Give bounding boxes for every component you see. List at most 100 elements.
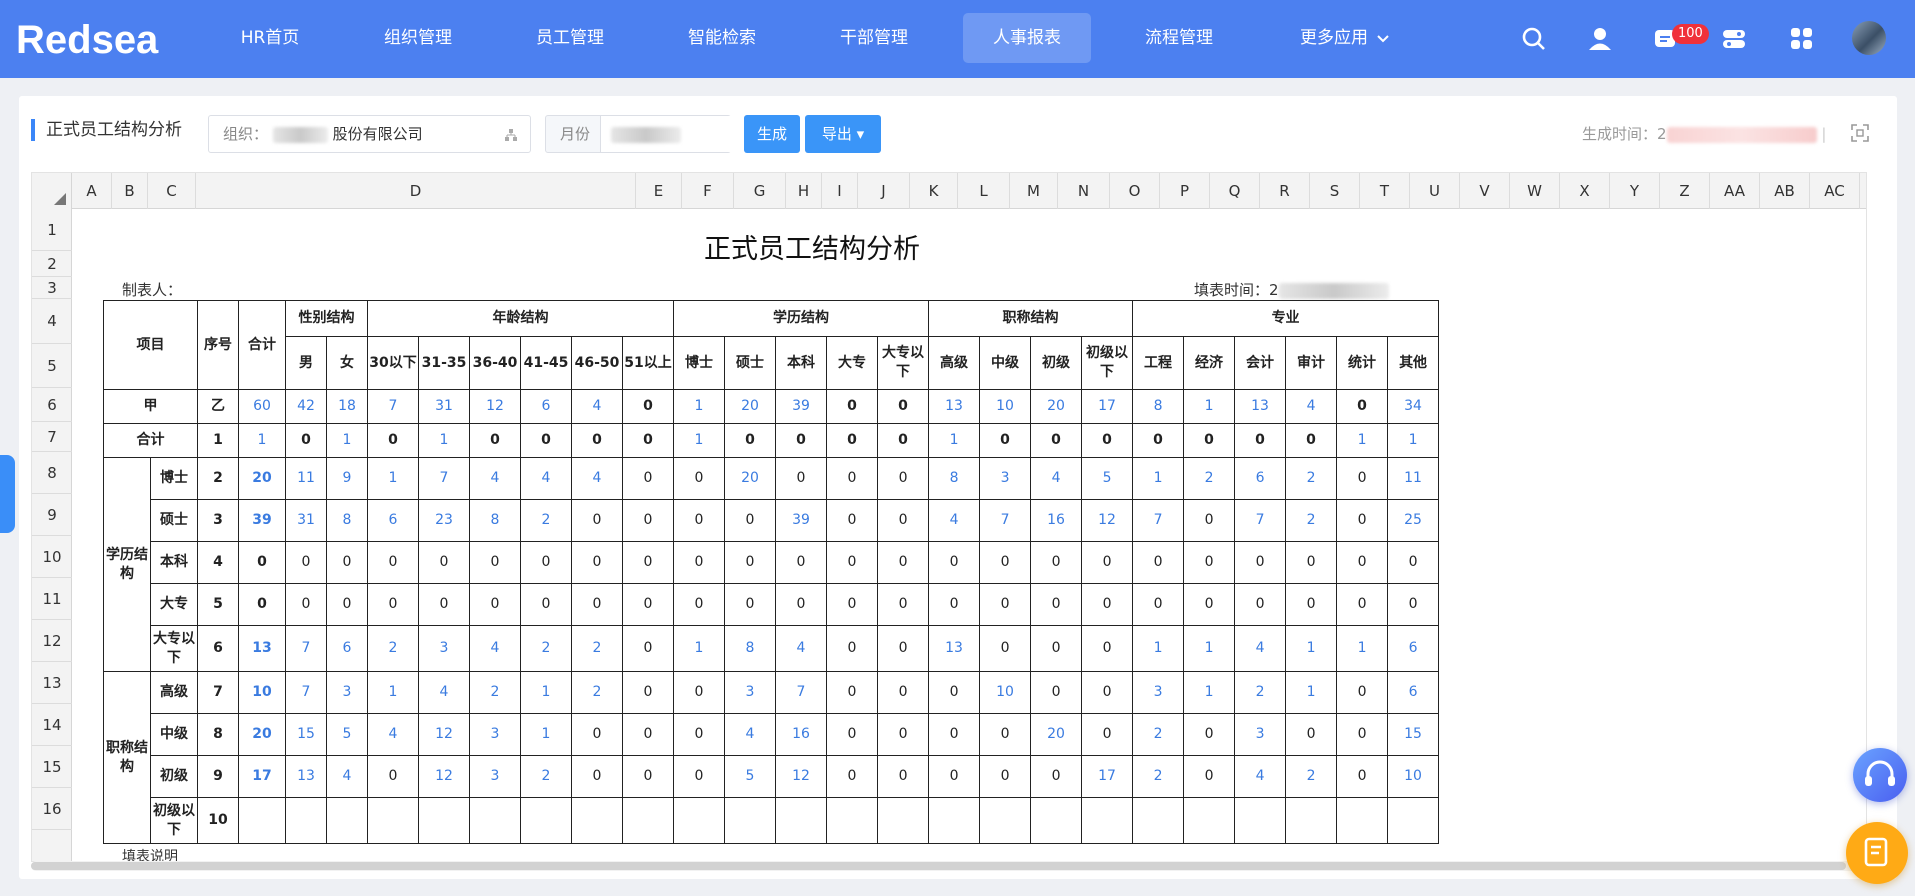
table-cell: 0 bbox=[775, 583, 827, 626]
table-cell: 0 bbox=[876, 713, 930, 756]
table-cell: 1 bbox=[520, 713, 572, 756]
document-icon bbox=[1864, 837, 1888, 867]
table-cell: 0 bbox=[775, 541, 827, 584]
header-age: 年龄结构 bbox=[367, 300, 674, 337]
apps-grid-icon[interactable] bbox=[1788, 25, 1816, 53]
month-picker[interactable]: 月份 bbox=[545, 115, 731, 153]
table-cell: 7 bbox=[1132, 499, 1185, 542]
row-header-5[interactable]: 5 bbox=[32, 344, 72, 388]
table-cell: 4 bbox=[1234, 625, 1287, 672]
top-nav-bar: Redsea HR首页 组织管理 员工管理 智能检索 干部管理 人事报表 流程管… bbox=[0, 0, 1915, 78]
nav-cadre-management[interactable]: 干部管理 bbox=[834, 13, 914, 63]
column-header-s[interactable]: S bbox=[1310, 173, 1360, 209]
nav-hr-home[interactable]: HR首页 bbox=[232, 13, 308, 63]
nav-more-apps[interactable]: 更多应用 bbox=[1294, 13, 1374, 63]
nav-process-management[interactable]: 流程管理 bbox=[1139, 13, 1219, 63]
side-panel-handle[interactable] bbox=[0, 455, 15, 533]
column-header-r[interactable]: R bbox=[1260, 173, 1310, 209]
month-value-box[interactable] bbox=[600, 116, 731, 152]
column-header-aa[interactable]: AA bbox=[1710, 173, 1760, 209]
org-selector[interactable]: 组织： 股份有限公司 bbox=[208, 115, 531, 153]
column-header-u[interactable]: U bbox=[1410, 173, 1460, 209]
table-cell: 1 bbox=[367, 671, 419, 714]
column-header-v[interactable]: V bbox=[1460, 173, 1510, 209]
column-header-c[interactable]: C bbox=[148, 173, 196, 209]
row-header-10[interactable]: 10 bbox=[32, 536, 72, 578]
header-sub: 46-50 bbox=[571, 336, 623, 390]
column-header-d[interactable]: D bbox=[196, 173, 636, 209]
table-cell: 0 bbox=[1081, 625, 1134, 672]
column-header-k[interactable]: K bbox=[910, 173, 958, 209]
column-header-m[interactable]: M bbox=[1010, 173, 1058, 209]
fullscreen-icon[interactable] bbox=[1851, 124, 1869, 142]
row-header-15[interactable]: 15 bbox=[32, 746, 72, 788]
row-header-12[interactable]: 12 bbox=[32, 620, 72, 662]
column-header-f[interactable]: F bbox=[682, 173, 734, 209]
column-header-t[interactable]: T bbox=[1360, 173, 1410, 209]
nav-org-management[interactable]: 组织管理 bbox=[378, 13, 458, 63]
toggle-switch-icon[interactable] bbox=[1720, 25, 1748, 53]
table-cell: 2 bbox=[1285, 499, 1338, 542]
row-header-16[interactable]: 16 bbox=[32, 788, 72, 830]
header-major: 专业 bbox=[1132, 300, 1440, 337]
search-icon[interactable] bbox=[1520, 25, 1548, 53]
column-header-g[interactable]: G bbox=[734, 173, 786, 209]
fill-note: 填表说明 bbox=[122, 849, 178, 862]
org-tree-icon[interactable] bbox=[504, 128, 518, 142]
table-cell: 0 bbox=[1285, 423, 1338, 458]
user-icon[interactable] bbox=[1586, 25, 1614, 53]
column-header-p[interactable]: P bbox=[1160, 173, 1210, 209]
table-cell: 0 bbox=[1183, 713, 1236, 756]
row-header-11[interactable]: 11 bbox=[32, 578, 72, 620]
table-cell: 1 bbox=[1336, 625, 1389, 672]
column-header-x[interactable]: X bbox=[1560, 173, 1610, 209]
nav-employee-management[interactable]: 员工管理 bbox=[530, 13, 610, 63]
month-value-redacted bbox=[611, 126, 681, 143]
column-header-y[interactable]: Y bbox=[1610, 173, 1660, 209]
column-header-o[interactable]: O bbox=[1110, 173, 1160, 209]
row-header-14[interactable]: 14 bbox=[32, 704, 72, 746]
column-header-i[interactable]: I bbox=[822, 173, 858, 209]
column-header-a[interactable]: A bbox=[72, 173, 112, 209]
column-header-w[interactable]: W bbox=[1510, 173, 1560, 209]
chevron-down-icon[interactable] bbox=[1376, 32, 1390, 46]
row-header-9[interactable]: 9 bbox=[32, 494, 72, 536]
ai-assistant-button[interactable] bbox=[1853, 748, 1907, 802]
generate-button[interactable]: 生成 bbox=[744, 115, 800, 153]
nav-hr-reports[interactable]: 人事报表 bbox=[963, 13, 1091, 63]
group-title-structure: 职称结构 bbox=[103, 671, 151, 844]
row-header-7[interactable]: 7 bbox=[32, 422, 72, 452]
table-cell: 17 bbox=[1081, 389, 1134, 424]
row-seq: 10 bbox=[197, 797, 239, 844]
column-header-b[interactable]: B bbox=[112, 173, 148, 209]
document-button[interactable] bbox=[1846, 822, 1908, 884]
column-header-l[interactable]: L bbox=[958, 173, 1010, 209]
header-sub: 本科 bbox=[775, 336, 827, 390]
column-header-z[interactable]: Z bbox=[1660, 173, 1710, 209]
column-header-ac[interactable]: AC bbox=[1810, 173, 1860, 209]
row-header-3[interactable]: 3 bbox=[32, 277, 72, 299]
row-header-6[interactable]: 6 bbox=[32, 388, 72, 422]
horizontal-scrollbar[interactable] bbox=[31, 861, 1871, 871]
row-header-4[interactable]: 4 bbox=[32, 299, 72, 344]
user-avatar[interactable] bbox=[1852, 21, 1886, 55]
row-header-13[interactable]: 13 bbox=[32, 662, 72, 704]
row-header-8[interactable]: 8 bbox=[32, 452, 72, 494]
column-header-h[interactable]: H bbox=[786, 173, 822, 209]
export-button[interactable]: 导出 ▾ bbox=[805, 115, 881, 153]
column-header-n[interactable]: N bbox=[1058, 173, 1110, 209]
spreadsheet[interactable]: A B C D E F G H I J K L M N O P Q R S T U V W X Y Z AA AB AC 1234567… bbox=[31, 172, 1867, 862]
column-header-q[interactable]: Q bbox=[1210, 173, 1260, 209]
table-cell: 4 bbox=[520, 457, 572, 500]
nav-smart-search[interactable]: 智能检索 bbox=[682, 13, 762, 63]
column-header-j[interactable]: J bbox=[858, 173, 910, 209]
horizontal-scroll-thumb[interactable] bbox=[31, 862, 1846, 870]
redsea-logo[interactable]: Redsea bbox=[14, 13, 184, 65]
table-cell: 20 bbox=[724, 457, 776, 500]
table-cell: 4 bbox=[367, 713, 419, 756]
table-cell: 0 bbox=[520, 541, 572, 584]
select-all-corner[interactable] bbox=[32, 173, 72, 209]
table-cell: 0 bbox=[673, 583, 725, 626]
column-header-ab[interactable]: AB bbox=[1760, 173, 1810, 209]
column-header-e[interactable]: E bbox=[636, 173, 682, 209]
